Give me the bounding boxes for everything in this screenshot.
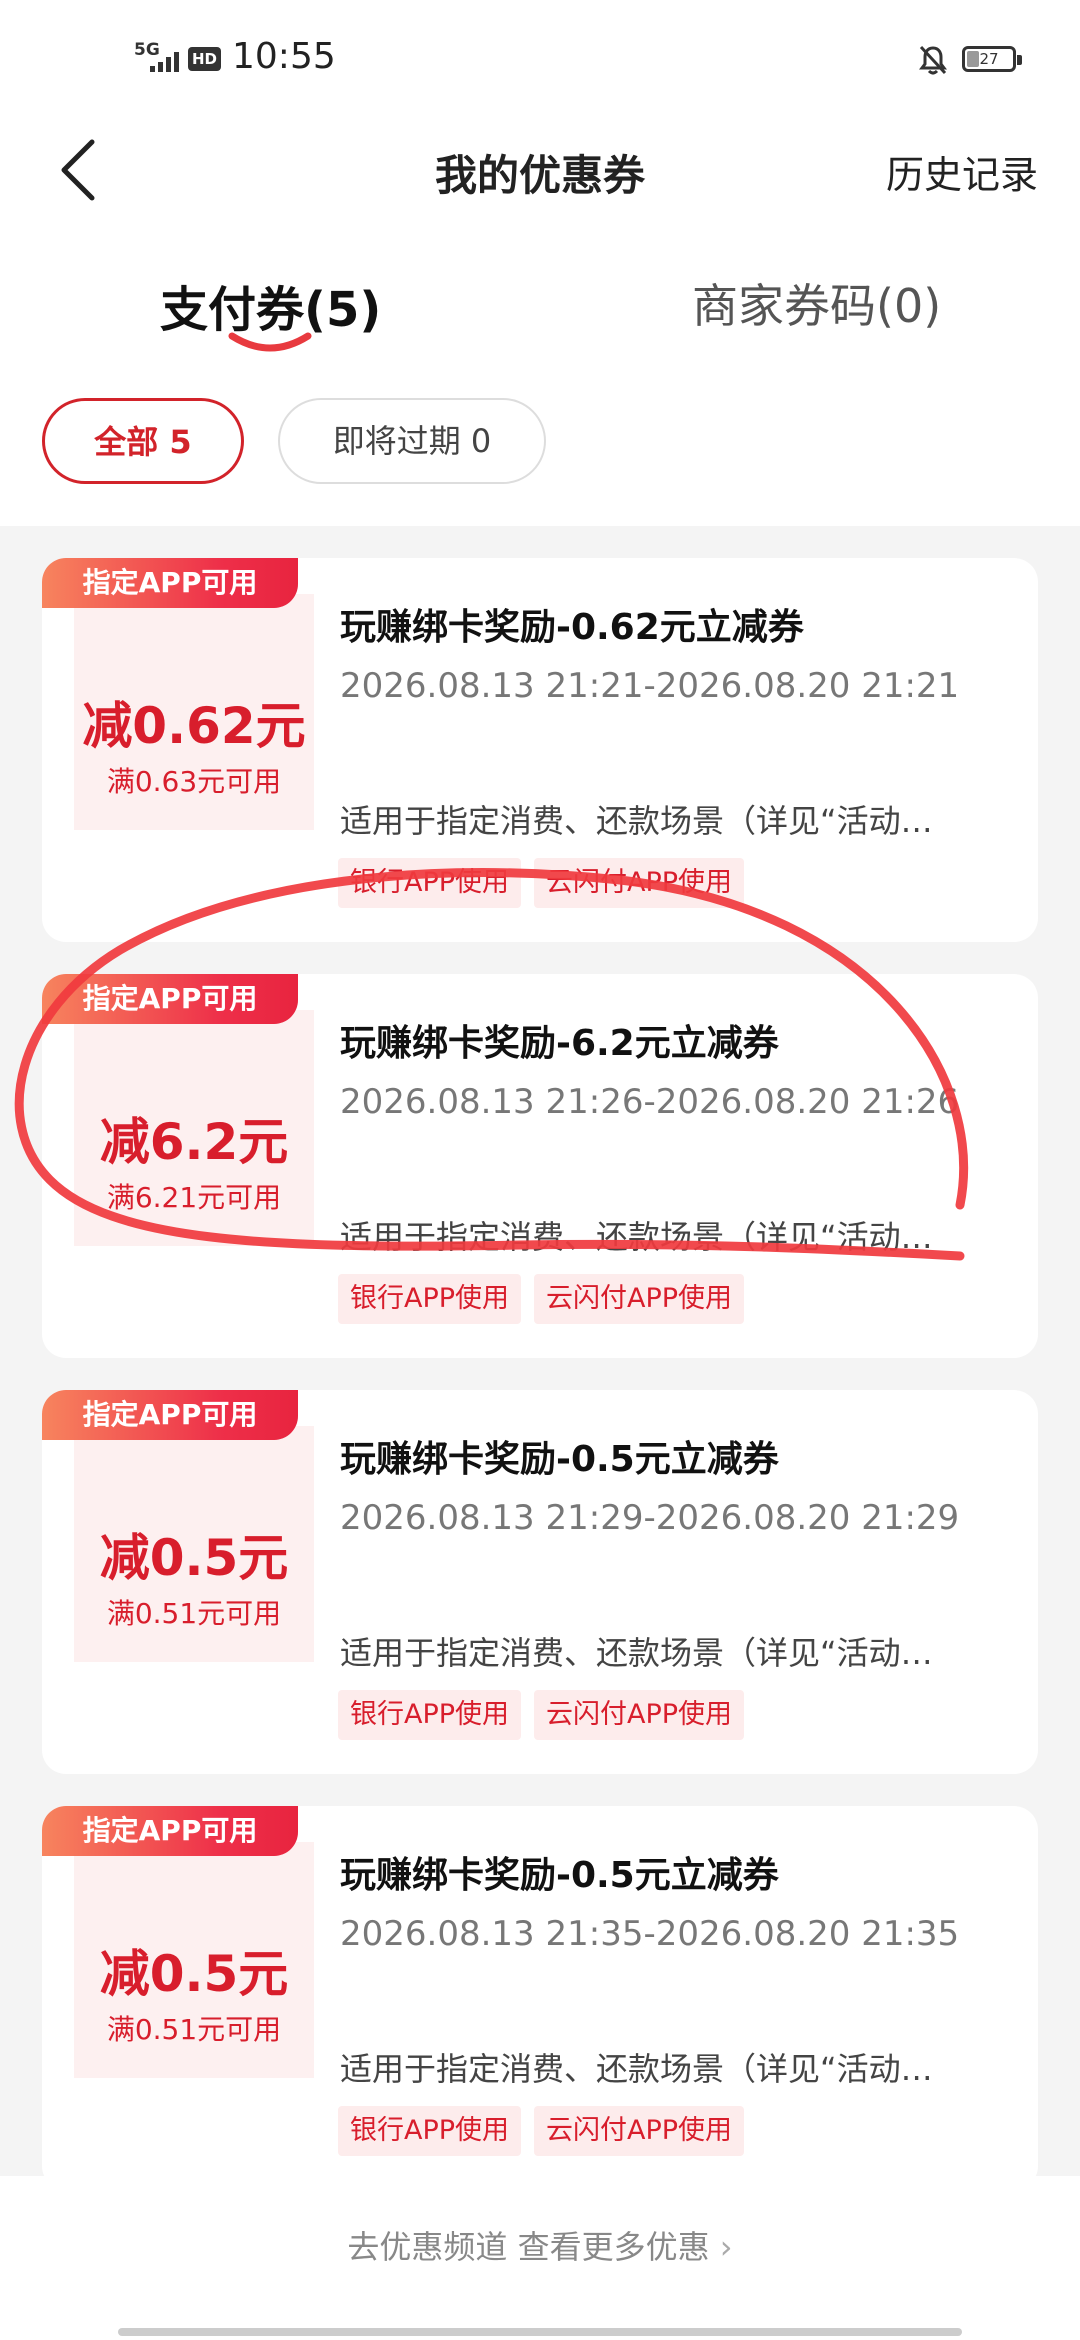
filter-all-chip[interactable]: 全部 5: [42, 398, 244, 484]
status-time: 10:55: [232, 36, 336, 77]
navigation-bar: 我的优惠券 历史记录: [0, 120, 1080, 220]
coupon-title: 玩赚绑卡奖励-0.5元立减券: [340, 1439, 779, 1480]
signal-icon: [150, 50, 179, 72]
coupon-description: 适用于指定消费、还款场景（详见“活动…: [340, 2050, 933, 2088]
coupon-tag: 银行APP使用: [338, 1274, 522, 1324]
coupon-card[interactable]: 减0.5元 满0.51元可用 指定APP可用 玩赚绑卡奖励-0.5元立减券 20…: [42, 1390, 1038, 1774]
coupon-value-box: 减0.62元 满0.63元可用: [74, 594, 314, 830]
coupon-tag: 银行APP使用: [338, 2106, 522, 2156]
more-offers-link[interactable]: 去优惠频道 查看更多优惠 ›: [0, 2222, 1080, 2268]
coupon-ribbon: 指定APP可用: [42, 1390, 298, 1440]
active-tab-indicator: [228, 332, 312, 352]
coupon-threshold: 满0.51元可用: [106, 2013, 282, 2046]
coupon-tag: 银行APP使用: [338, 1690, 522, 1740]
history-link[interactable]: 历史记录: [886, 144, 1038, 199]
coupon-title: 玩赚绑卡奖励-0.62元立减券: [340, 607, 804, 648]
coupon-ribbon: 指定APP可用: [42, 558, 298, 608]
chevron-right-icon: ›: [719, 2228, 733, 2266]
coupon-period: 2026.08.13 21:26-2026.08.20 21:26: [340, 1082, 960, 1122]
coupon-value-box: 减0.5元 满0.51元可用: [74, 1426, 314, 1662]
coupon-ribbon: 指定APP可用: [42, 1806, 298, 1856]
filter-expiring-chip[interactable]: 即将过期 0: [278, 398, 546, 484]
coupon-threshold: 满6.21元可用: [106, 1181, 282, 1214]
coupon-period: 2026.08.13 21:29-2026.08.20 21:29: [340, 1498, 960, 1538]
status-bar: 5G HD 10:55 27: [0, 0, 1080, 120]
coupon-value-box: 减6.2元 满6.21元可用: [74, 1010, 314, 1246]
coupon-tag: 云闪付APP使用: [534, 1690, 745, 1740]
mute-bell-icon: [919, 45, 947, 75]
more-offers-label: 去优惠频道 查看更多优惠: [347, 2228, 710, 2266]
tab-merchant-codes[interactable]: 商家券码(0): [692, 270, 941, 336]
coupon-card[interactable]: 减0.62元 满0.63元可用 指定APP可用 玩赚绑卡奖励-0.62元立减券 …: [42, 558, 1038, 942]
coupon-tag: 银行APP使用: [338, 858, 522, 908]
coupon-description: 适用于指定消费、还款场景（详见“活动…: [340, 802, 933, 840]
battery-icon: 27: [962, 46, 1022, 72]
coupon-tag: 云闪付APP使用: [534, 1274, 745, 1324]
home-indicator: [118, 2328, 962, 2336]
coupon-value-box: 减0.5元 满0.51元可用: [74, 1842, 314, 2078]
coupon-amount: 减0.62元: [82, 697, 306, 755]
coupon-title: 玩赚绑卡奖励-0.5元立减券: [340, 1855, 779, 1896]
coupon-period: 2026.08.13 21:21-2026.08.20 21:21: [340, 666, 960, 706]
coupon-amount: 减6.2元: [99, 1113, 289, 1171]
coupon-ribbon: 指定APP可用: [42, 974, 298, 1024]
coupon-description: 适用于指定消费、还款场景（详见“活动…: [340, 1218, 933, 1256]
coupon-description: 适用于指定消费、还款场景（详见“活动…: [340, 1634, 933, 1672]
coupon-list: 减0.62元 满0.63元可用 指定APP可用 玩赚绑卡奖励-0.62元立减券 …: [0, 526, 1080, 2190]
coupon-amount: 减0.5元: [99, 1529, 289, 1587]
coupon-card[interactable]: 减0.5元 满0.51元可用 指定APP可用 玩赚绑卡奖励-0.5元立减券 20…: [42, 1806, 1038, 2190]
coupon-amount: 减0.5元: [99, 1945, 289, 2003]
battery-percent: 27: [979, 50, 999, 68]
hd-badge: HD: [188, 47, 221, 71]
coupon-tag: 云闪付APP使用: [534, 858, 745, 908]
coupon-tag: 云闪付APP使用: [534, 2106, 745, 2156]
coupon-card[interactable]: 减6.2元 满6.21元可用 指定APP可用 玩赚绑卡奖励-6.2元立减券 20…: [42, 974, 1038, 1358]
coupon-period: 2026.08.13 21:35-2026.08.20 21:35: [340, 1914, 960, 1954]
coupon-threshold: 满0.51元可用: [106, 1597, 282, 1630]
coupon-threshold: 满0.63元可用: [106, 765, 282, 798]
coupon-title: 玩赚绑卡奖励-6.2元立减券: [340, 1023, 779, 1064]
